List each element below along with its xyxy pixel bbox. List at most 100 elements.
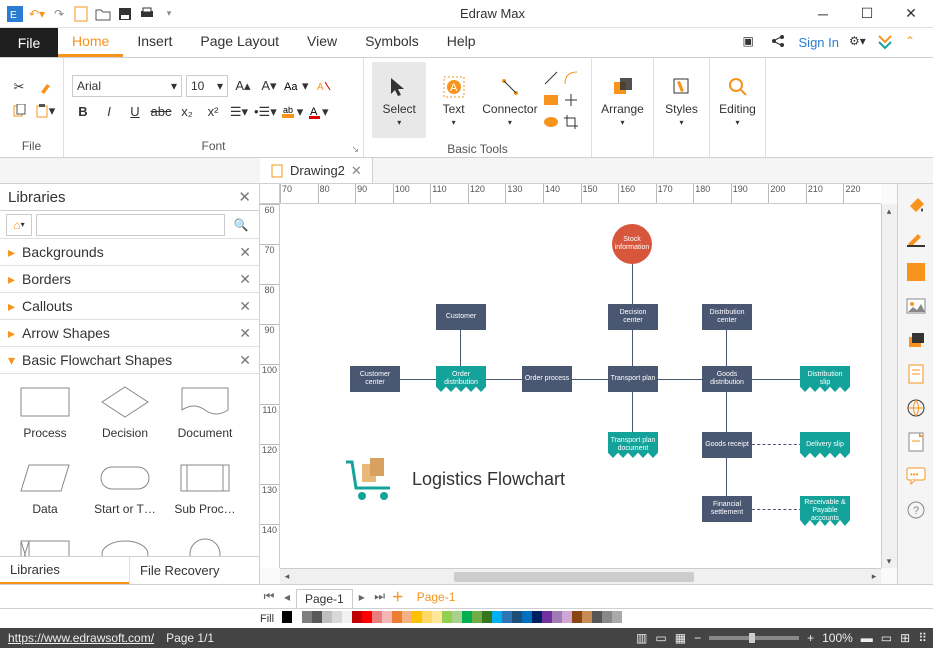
- page-last-icon[interactable]: ⏭: [371, 589, 389, 604]
- change-case-icon[interactable]: Aa▾: [284, 75, 309, 97]
- color-swatch[interactable]: [382, 611, 392, 623]
- color-swatch[interactable]: [422, 611, 432, 623]
- feedback-icon[interactable]: ▣: [743, 34, 761, 52]
- view-normal-icon[interactable]: ▥: [636, 631, 647, 645]
- shape-decision[interactable]: Decision: [88, 382, 162, 440]
- grid-icon[interactable]: ⊞: [900, 631, 910, 645]
- scroll-left-icon[interactable]: ◂: [280, 570, 294, 584]
- color-swatch[interactable]: [472, 611, 482, 623]
- font-color-icon[interactable]: A▾: [307, 101, 329, 123]
- lib-cat-backgrounds[interactable]: ▸Backgrounds✕: [0, 239, 259, 266]
- color-swatch[interactable]: [342, 611, 352, 623]
- ellipse-tool-icon[interactable]: [543, 116, 559, 128]
- redo-icon[interactable]: ↷: [50, 5, 68, 23]
- text-tool[interactable]: A Text ▾: [426, 62, 480, 138]
- close-tab-icon[interactable]: ✕: [351, 163, 362, 179]
- color-swatch[interactable]: [552, 611, 562, 623]
- color-swatch[interactable]: [572, 611, 582, 623]
- more-icon[interactable]: ⠿: [918, 631, 925, 645]
- color-swatch[interactable]: [502, 611, 512, 623]
- paste-icon[interactable]: ▾: [34, 100, 56, 122]
- node-receivable[interactable]: Receivable & Payable accounts: [800, 496, 850, 526]
- zoom-in-icon[interactable]: +: [807, 631, 814, 645]
- select-tool[interactable]: Select ▾: [372, 62, 426, 138]
- shrink-font-icon[interactable]: A▾: [258, 75, 280, 97]
- crop-tool-icon[interactable]: [563, 114, 579, 130]
- grow-font-icon[interactable]: A▴: [232, 75, 254, 97]
- scrollbar-thumb[interactable]: [454, 572, 694, 582]
- maximize-button[interactable]: ☐: [845, 0, 889, 28]
- color-swatch[interactable]: [532, 611, 542, 623]
- tab-help[interactable]: Help: [433, 28, 490, 57]
- print-icon[interactable]: [138, 5, 156, 23]
- clear-format-icon[interactable]: A: [313, 75, 335, 97]
- arc-tool-icon[interactable]: [563, 70, 579, 86]
- color-swatch[interactable]: [512, 611, 522, 623]
- scroll-right-icon[interactable]: ▸: [867, 570, 881, 584]
- page-first-icon[interactable]: ⏮: [260, 589, 278, 604]
- trim-tool-icon[interactable]: [563, 92, 579, 108]
- zoom-out-icon[interactable]: −: [694, 631, 701, 645]
- node-delivery-slip[interactable]: Delivery slip: [800, 432, 850, 458]
- page-props-icon[interactable]: [904, 362, 928, 386]
- scroll-down-icon[interactable]: ▾: [882, 554, 896, 568]
- signin-link[interactable]: Sign In: [799, 35, 839, 50]
- close-icon[interactable]: ✕: [239, 244, 251, 261]
- shape-process[interactable]: Process: [8, 382, 82, 440]
- shape-fill-icon[interactable]: [904, 260, 928, 284]
- library-search-input[interactable]: [36, 214, 225, 236]
- font-size-combo[interactable]: 10▾: [186, 75, 228, 97]
- node-decision-center[interactable]: Decision center: [608, 304, 658, 330]
- bullets-icon[interactable]: •☰▾: [254, 101, 277, 123]
- color-swatch[interactable]: [282, 611, 292, 623]
- color-swatch[interactable]: [612, 611, 622, 623]
- tab-view[interactable]: View: [293, 28, 351, 57]
- document-tab[interactable]: Drawing2 ✕: [260, 158, 373, 183]
- color-swatch[interactable]: [392, 611, 402, 623]
- new-icon[interactable]: [72, 5, 90, 23]
- color-swatch[interactable]: [482, 611, 492, 623]
- color-swatch[interactable]: [402, 611, 412, 623]
- save-icon[interactable]: [116, 5, 134, 23]
- zoom-thumb[interactable]: [749, 633, 755, 643]
- undo-icon[interactable]: ↶▾: [28, 5, 46, 23]
- picture-icon[interactable]: [904, 294, 928, 318]
- superscript-icon[interactable]: x²: [202, 101, 224, 123]
- tab-home[interactable]: Home: [58, 28, 123, 57]
- tab-page-layout[interactable]: Page Layout: [186, 28, 293, 57]
- tab-insert[interactable]: Insert: [123, 28, 186, 57]
- shape-document[interactable]: Document: [168, 382, 242, 440]
- add-page-icon[interactable]: ＋: [389, 588, 407, 605]
- color-swatch[interactable]: [492, 611, 502, 623]
- lib-cat-borders[interactable]: ▸Borders✕: [0, 266, 259, 293]
- node-goods-receipt[interactable]: Goods receipt: [702, 432, 752, 458]
- editing-button[interactable]: Editing ▾: [718, 62, 757, 138]
- bold-icon[interactable]: B: [72, 101, 94, 123]
- shape-ellipse[interactable]: [88, 534, 162, 556]
- close-panel-icon[interactable]: ✕: [238, 188, 251, 206]
- layers-icon[interactable]: [904, 328, 928, 352]
- color-swatch[interactable]: [432, 611, 442, 623]
- color-swatch[interactable]: [322, 611, 332, 623]
- comment-icon[interactable]: •••: [904, 464, 928, 488]
- color-swatch[interactable]: [312, 611, 322, 623]
- arrange-button[interactable]: Arrange ▾: [600, 62, 645, 138]
- gear-icon[interactable]: ⚙▾: [849, 34, 867, 52]
- node-dist-center[interactable]: Distribution center: [702, 304, 752, 330]
- scroll-up-icon[interactable]: ▴: [882, 204, 896, 218]
- font-launcher-icon[interactable]: ↘: [351, 144, 359, 155]
- notes-icon[interactable]: [904, 430, 928, 454]
- shape-subprocess[interactable]: Sub Proc…: [168, 458, 242, 516]
- color-swatch[interactable]: [442, 611, 452, 623]
- help-icon[interactable]: ?: [904, 498, 928, 522]
- copy-icon[interactable]: [8, 100, 30, 122]
- italic-icon[interactable]: I: [98, 101, 120, 123]
- drawing-canvas[interactable]: Stock information Customer Decision cent…: [280, 204, 881, 568]
- strike-icon[interactable]: abc: [150, 101, 172, 123]
- page-tab[interactable]: Page-1: [296, 589, 353, 609]
- color-swatch[interactable]: [332, 611, 342, 623]
- file-recovery-tab[interactable]: File Recovery: [129, 557, 259, 584]
- color-swatch[interactable]: [372, 611, 382, 623]
- lib-cat-callouts[interactable]: ▸Callouts✕: [0, 293, 259, 320]
- node-goods-dist[interactable]: Goods distribution: [702, 366, 752, 392]
